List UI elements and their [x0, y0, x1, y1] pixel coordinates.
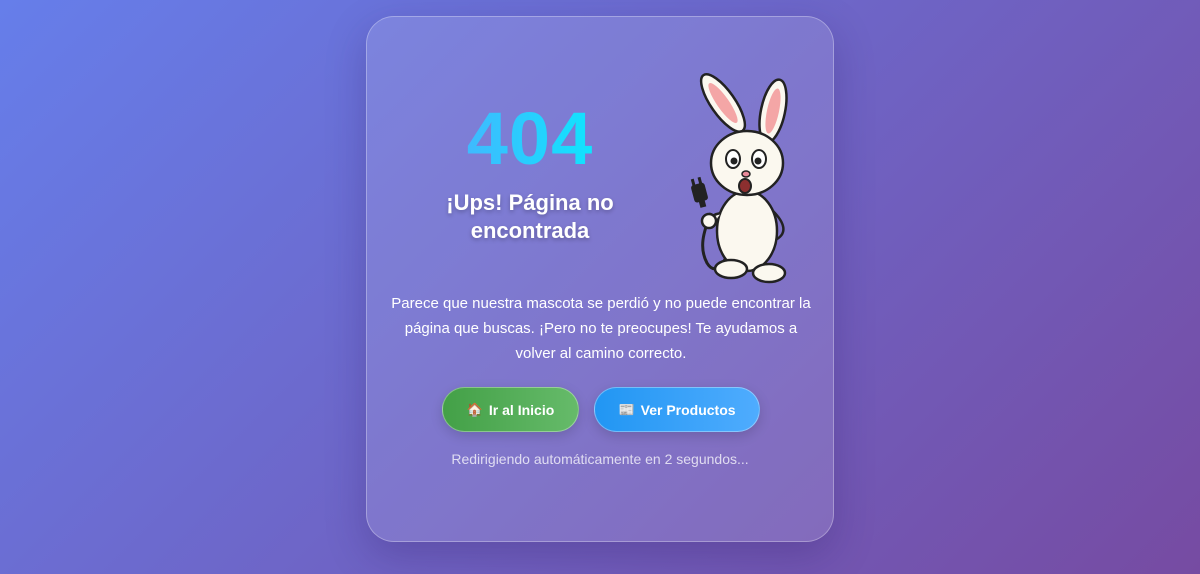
- title-block: 404 ¡Ups! Página no encontrada: [425, 99, 635, 245]
- error-message: Parece que nuestra mascota se perdió y n…: [391, 295, 811, 362]
- redirect-countdown: Redirigiendo automáticamente en 2 segund…: [451, 451, 749, 467]
- view-products-button[interactable]: 📰 Ver Productos: [594, 387, 760, 432]
- newspaper-icon: 📰: [618, 402, 635, 417]
- home-icon: 🏠: [466, 402, 483, 417]
- error-header: 404 ¡Ups! Página no encontrada: [367, 17, 833, 287]
- bunny-mascot-icon: [690, 73, 788, 284]
- error-code: 404: [425, 99, 635, 179]
- view-products-label: Ver Productos: [640, 401, 736, 418]
- error-card: 404 ¡Ups! Página no encontrada Parece qu…: [366, 16, 834, 542]
- go-home-button[interactable]: 🏠 Ir al Inicio: [442, 387, 579, 432]
- error-title: ¡Ups! Página no encontrada: [446, 190, 614, 243]
- go-home-label: Ir al Inicio: [488, 401, 555, 418]
